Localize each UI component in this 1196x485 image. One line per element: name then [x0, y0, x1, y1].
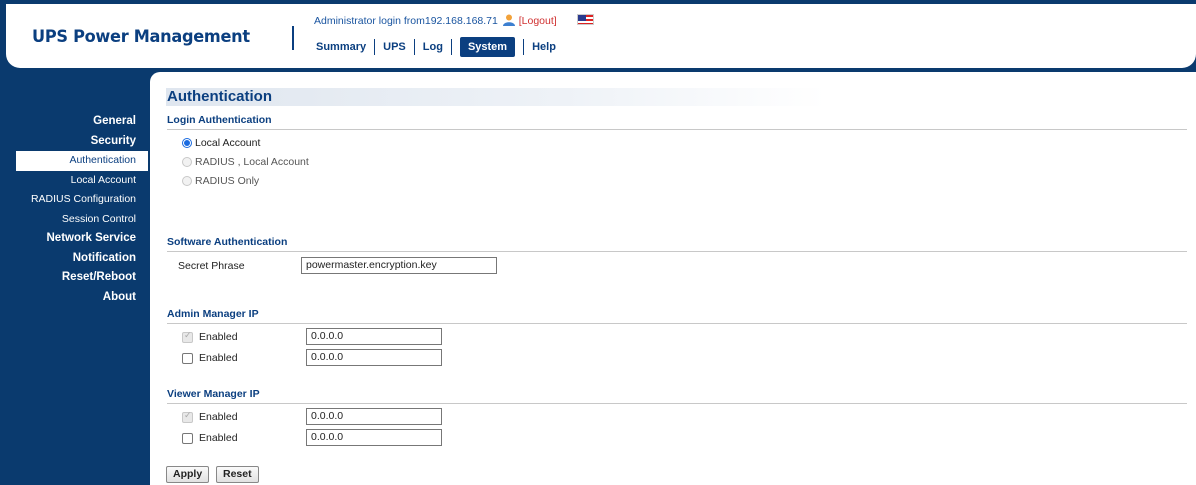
- checkbox[interactable]: [182, 352, 193, 364]
- radio-button[interactable]: [182, 176, 192, 186]
- checkbox-label: Enabled: [199, 432, 238, 444]
- nav-separator: [374, 39, 376, 55]
- radio-button[interactable]: [182, 138, 192, 148]
- admin-ip-enabled-2[interactable]: Enabled: [182, 352, 238, 364]
- radio-label: RADIUS , Local Account: [195, 156, 309, 168]
- logout-link[interactable]: [Logout]: [519, 15, 557, 27]
- radio-button[interactable]: [182, 157, 192, 167]
- us-flag-icon[interactable]: [577, 14, 594, 25]
- nav-ups[interactable]: UPS: [383, 38, 406, 56]
- sidebar-item-notification[interactable]: Notification: [0, 249, 148, 269]
- radio-label: Local Account: [195, 137, 261, 149]
- sidebar-item-general[interactable]: General: [0, 112, 148, 132]
- nav-log[interactable]: Log: [423, 38, 443, 56]
- page-title: Authentication: [166, 88, 826, 106]
- nav-separator: [450, 39, 452, 55]
- viewer-ip-heading: Viewer Manager IP: [167, 388, 1187, 404]
- viewer-ip-input-2[interactable]: 0.0.0.0: [306, 429, 442, 446]
- checkbox-label: Enabled: [199, 331, 238, 343]
- admin-ip-enabled-1[interactable]: Enabled: [182, 330, 238, 343]
- checkbox-label: Enabled: [199, 411, 238, 423]
- radio-radius-only[interactable]: RADIUS Only: [182, 175, 259, 187]
- admin-ip-input-2[interactable]: 0.0.0.0: [306, 349, 442, 366]
- software-auth-heading: Software Authentication: [167, 236, 1187, 252]
- login-info: Administrator login from192.168.168.71 […: [314, 14, 557, 27]
- sidebar-item-session-control[interactable]: Session Control: [0, 210, 148, 230]
- secret-phrase-input[interactable]: powermaster.encryption.key: [301, 257, 497, 274]
- login-prefix: Administrator login from: [314, 15, 425, 27]
- login-ip: 192.168.168.71: [424, 15, 498, 27]
- admin-ip-heading: Admin Manager IP: [167, 308, 1187, 324]
- sidebar-item-network-service[interactable]: Network Service: [0, 229, 148, 249]
- sidebar-item-authentication[interactable]: Authentication: [16, 151, 148, 171]
- checkbox[interactable]: [182, 410, 193, 423]
- user-icon: [502, 14, 515, 26]
- sidebar: General Security Authentication Local Ac…: [0, 112, 148, 307]
- sidebar-item-radius-configuration[interactable]: RADIUS Configuration: [0, 190, 148, 210]
- checkbox-label: Enabled: [199, 352, 238, 364]
- main-nav: Summary UPS Log System Help: [316, 37, 556, 57]
- sidebar-item-local-account[interactable]: Local Account: [0, 171, 148, 191]
- sidebar-item-about[interactable]: About: [0, 288, 148, 308]
- viewer-ip-enabled-1[interactable]: Enabled: [182, 410, 238, 423]
- radio-local-account[interactable]: Local Account: [182, 137, 260, 149]
- checkbox[interactable]: [182, 432, 193, 444]
- nav-summary[interactable]: Summary: [316, 38, 366, 56]
- sidebar-item-reset-reboot[interactable]: Reset/Reboot: [0, 268, 148, 288]
- viewer-ip-enabled-2[interactable]: Enabled: [182, 432, 238, 444]
- nav-separator: [523, 39, 525, 55]
- radio-label: RADIUS Only: [195, 175, 260, 187]
- viewer-ip-input-1[interactable]: 0.0.0.0: [306, 408, 442, 425]
- sidebar-item-security[interactable]: Security: [0, 132, 148, 152]
- checkbox[interactable]: [182, 330, 193, 343]
- apply-button[interactable]: Apply: [166, 466, 210, 483]
- header-bar: UPS Power Management Administrator login…: [6, 4, 1196, 68]
- radio-radius-local-account[interactable]: RADIUS , Local Account: [182, 156, 309, 168]
- main-content: Authentication Login Authentication Loca…: [150, 72, 1196, 485]
- header-divider: [292, 26, 294, 50]
- nav-help[interactable]: Help: [532, 38, 556, 56]
- admin-ip-input-1[interactable]: 0.0.0.0: [306, 328, 442, 345]
- nav-separator: [413, 39, 415, 55]
- reset-button[interactable]: Reset: [216, 466, 259, 483]
- app-title: UPS Power Management: [32, 27, 250, 47]
- nav-system[interactable]: System: [459, 37, 516, 57]
- login-auth-heading: Login Authentication: [167, 114, 1187, 130]
- secret-phrase-label: Secret Phrase: [178, 260, 245, 272]
